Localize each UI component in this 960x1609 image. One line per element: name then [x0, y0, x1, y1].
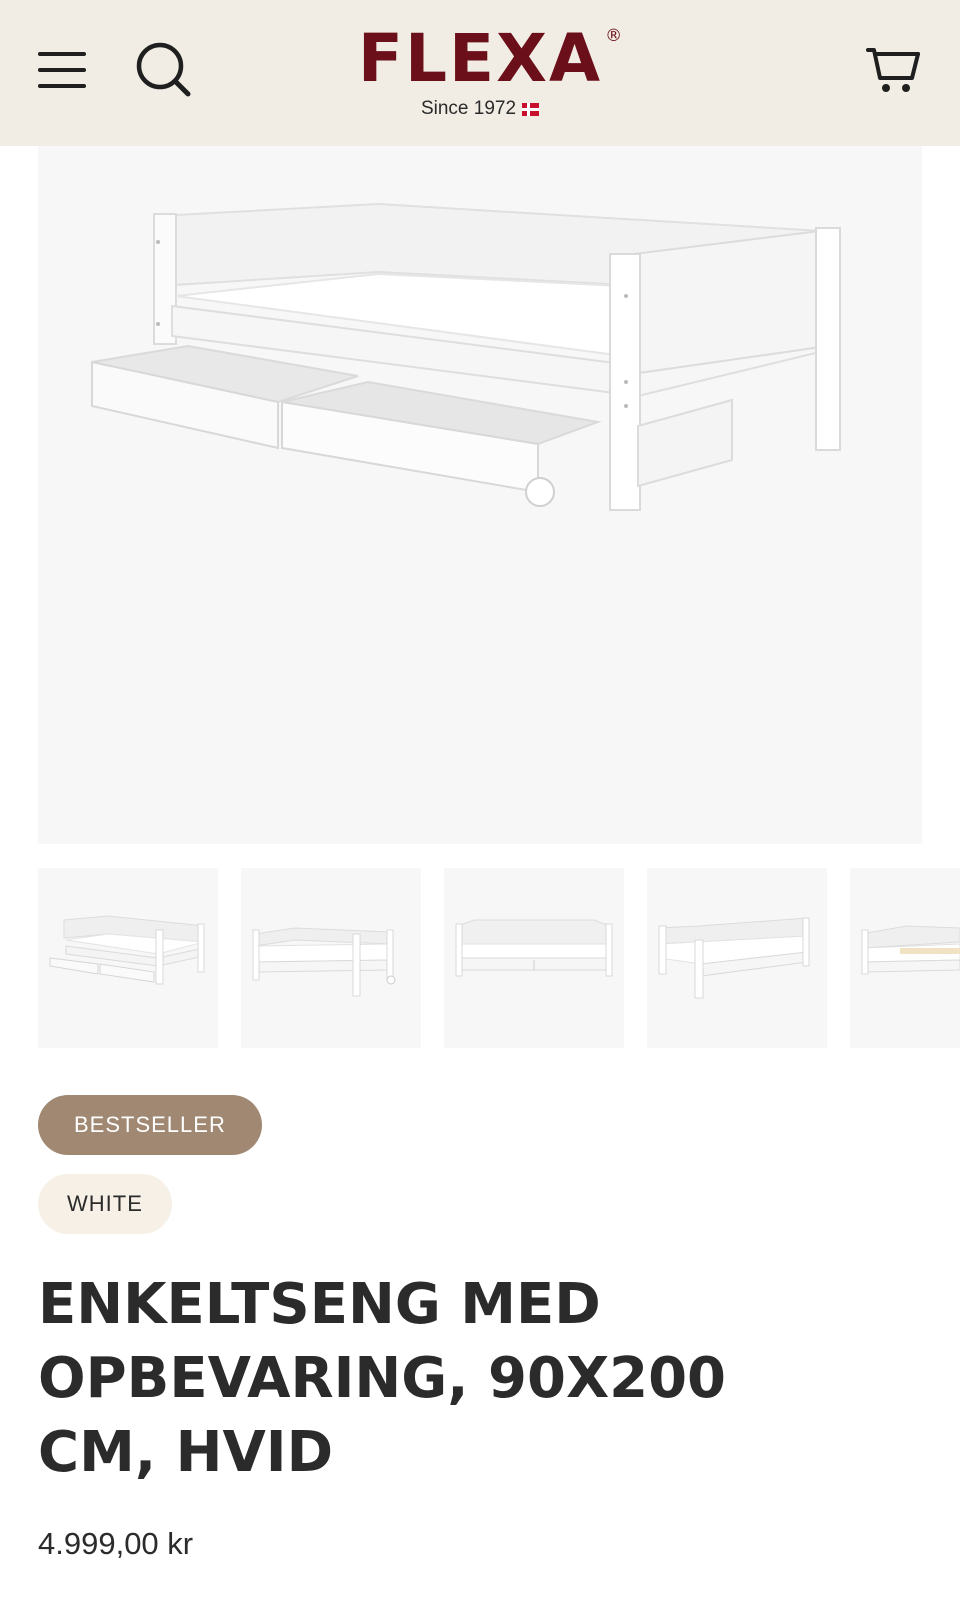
bestseller-badge-label: BESTSELLER: [74, 1112, 226, 1137]
search-icon[interactable]: [136, 42, 194, 100]
thumbnail-strip: [38, 868, 960, 1048]
bestseller-badge: BESTSELLER: [38, 1095, 262, 1155]
product-main-image[interactable]: [38, 146, 922, 844]
product-price: 4.999,00 kr: [38, 1526, 194, 1561]
thumbnail-4[interactable]: [647, 868, 827, 1048]
thumbnail-1[interactable]: [38, 868, 218, 1048]
thumbnail-3[interactable]: [444, 868, 624, 1048]
thumbnail-2[interactable]: [241, 868, 421, 1048]
registered-mark: ®: [605, 26, 623, 46]
denmark-flag-icon: [522, 102, 540, 116]
product-title: ENKELTSENG MED OPBEVARING, 90X200 CM, HV…: [38, 1272, 727, 1485]
daybed-illustration: [91, 202, 841, 511]
color-badge: WHITE: [38, 1174, 172, 1234]
color-badge-label: WHITE: [67, 1191, 143, 1216]
flexa-logo[interactable]: FLEXA ® Since 1972: [340, 20, 623, 130]
site-header: FLEXA ® Since 1972: [0, 0, 960, 146]
shopping-cart-icon[interactable]: [866, 44, 922, 96]
thumbnail-5[interactable]: [850, 868, 960, 1048]
logo-wordmark: FLEXA: [357, 20, 603, 97]
hamburger-menu-icon[interactable]: [38, 50, 86, 90]
logo-tagline: Since 1972: [420, 98, 517, 119]
